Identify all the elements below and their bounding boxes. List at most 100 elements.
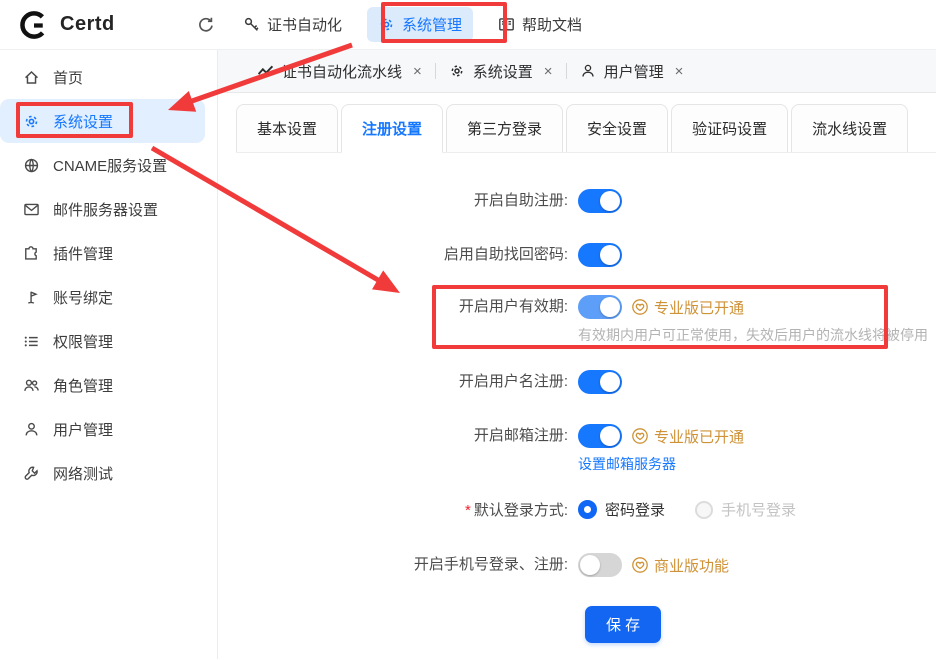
- form-row-user-expiry: 开启用户有效期: 专业版已开通: [218, 295, 936, 344]
- toggle-knob: [600, 297, 620, 317]
- register-settings-form: 开启自助注册: 启用自助找回密码:: [236, 153, 936, 643]
- close-icon[interactable]: ×: [544, 64, 553, 79]
- toggle-knob: [600, 191, 620, 211]
- settings-content: 基本设置 注册设置 第三方登录 安全设置 验证码设置 流水线设置 开启自助注册:: [218, 93, 936, 659]
- field-label: 开启用户名注册:: [218, 370, 568, 394]
- tab-basic-settings[interactable]: 基本设置: [236, 104, 338, 152]
- required-mark: *: [465, 502, 471, 519]
- field-label: 开启用户有效期:: [218, 295, 568, 319]
- heart-badge-icon: [631, 556, 649, 574]
- commercial-version-badge: 商业版功能: [631, 555, 729, 576]
- home-icon: [23, 69, 40, 86]
- form-row-self-register: 开启自助注册:: [218, 189, 936, 213]
- radio-label: 手机号登录: [721, 499, 796, 520]
- radio-password-login[interactable]: 密码登录: [578, 499, 665, 520]
- settings-tabs: 基本设置 注册设置 第三方登录 安全设置 验证码设置 流水线设置: [236, 104, 936, 153]
- nav-cert-automation[interactable]: 证书自动化: [232, 7, 353, 42]
- sidebar-item-label: 用户管理: [53, 419, 113, 440]
- refresh-icon[interactable]: [192, 11, 220, 39]
- window-tab-user-management[interactable]: 用户管理 ×: [567, 61, 697, 82]
- badge-label: 专业版已开通: [654, 426, 744, 447]
- radio-selected-icon: [578, 500, 597, 519]
- sidebar-item-label: 网络测试: [53, 463, 113, 484]
- sidebar-item-role-management[interactable]: 角色管理: [0, 363, 205, 407]
- sidebar-item-label: 账号绑定: [53, 287, 113, 308]
- chart-line-icon: [257, 63, 274, 80]
- sidebar-item-home[interactable]: 首页: [0, 55, 205, 99]
- tab-register-settings[interactable]: 注册设置: [341, 104, 443, 153]
- field-label: 开启自助注册:: [218, 189, 568, 213]
- certd-logo-icon: [18, 10, 48, 40]
- sidebar: 首页 系统设置 CNAME服务设置 邮件服务器: [0, 50, 218, 659]
- badge-label: 商业版功能: [654, 555, 729, 576]
- nav-system-management[interactable]: 系统管理: [367, 7, 473, 42]
- tab-pipeline-settings[interactable]: 流水线设置: [791, 104, 908, 152]
- nav-help-docs[interactable]: 帮助文档: [487, 7, 593, 42]
- sidebar-item-label: 角色管理: [53, 375, 113, 396]
- key-icon: [243, 16, 260, 33]
- sidebar-item-account-binding[interactable]: 账号绑定: [0, 275, 205, 319]
- nav-label: 帮助文档: [522, 14, 582, 35]
- sidebar-item-label: CNAME服务设置: [53, 155, 167, 176]
- mail-server-settings-link[interactable]: 设置邮箱服务器: [578, 455, 676, 473]
- form-row-username-register: 开启用户名注册:: [218, 370, 936, 394]
- toggle-knob: [600, 372, 620, 392]
- tab-third-party-login[interactable]: 第三方登录: [446, 104, 563, 152]
- sidebar-item-label: 邮件服务器设置: [53, 199, 158, 220]
- close-icon[interactable]: ×: [675, 64, 684, 79]
- radio-unselected-icon: [695, 501, 713, 519]
- toggle-knob: [580, 555, 600, 575]
- sidebar-item-label: 系统设置: [53, 111, 113, 132]
- tab-captcha-settings[interactable]: 验证码设置: [671, 104, 788, 152]
- window-tab-label: 系统设置: [473, 61, 533, 82]
- wrench-icon: [23, 465, 40, 482]
- self-register-toggle[interactable]: [578, 189, 622, 213]
- window-tabstrip: 证书自动化流水线 × 系统设置 × 用户: [218, 50, 936, 93]
- book-icon: [498, 16, 515, 33]
- mail-icon: [23, 201, 40, 218]
- toggle-knob: [600, 426, 620, 446]
- toggle-knob: [600, 245, 620, 265]
- radio-label: 密码登录: [605, 499, 665, 520]
- main-area: 证书自动化流水线 × 系统设置 × 用户: [218, 50, 936, 659]
- username-register-toggle[interactable]: [578, 370, 622, 394]
- form-row-email-register: 开启邮箱注册: 专业版已开通: [218, 424, 936, 473]
- sidebar-item-network-test[interactable]: 网络测试: [0, 451, 205, 495]
- save-button[interactable]: 保 存: [585, 606, 661, 643]
- pro-version-badge: 专业版已开通: [631, 426, 744, 447]
- tab-security-settings[interactable]: 安全设置: [566, 104, 668, 152]
- field-label: 启用自助找回密码:: [218, 243, 568, 267]
- sidebar-item-user-management[interactable]: 用户管理: [0, 407, 205, 451]
- form-row-phone-login-register: 开启手机号登录、注册: 商业版功: [218, 553, 936, 577]
- sidebar-item-system-settings[interactable]: 系统设置: [0, 99, 205, 143]
- window-tab-pipelines[interactable]: 证书自动化流水线 ×: [244, 61, 435, 82]
- sidebar-item-label: 权限管理: [53, 331, 113, 352]
- pro-version-badge: 专业版已开通: [631, 297, 744, 318]
- radio-phone-login[interactable]: 手机号登录: [695, 499, 796, 520]
- gear-icon: [449, 63, 465, 79]
- email-register-toggle[interactable]: [578, 424, 622, 448]
- password-recovery-toggle[interactable]: [578, 243, 622, 267]
- window-tab-system-settings[interactable]: 系统设置 ×: [436, 61, 566, 82]
- close-icon[interactable]: ×: [413, 64, 422, 79]
- sidebar-item-mail-server-settings[interactable]: 邮件服务器设置: [0, 187, 205, 231]
- window-tab-label: 证书自动化流水线: [282, 61, 402, 82]
- field-label: *默认登录方式:: [218, 499, 568, 523]
- sidebar-item-permission-management[interactable]: 权限管理: [0, 319, 205, 363]
- sidebar-item-plugin-management[interactable]: 插件管理: [0, 231, 205, 275]
- team-icon: [23, 377, 40, 394]
- field-label: 开启手机号登录、注册:: [218, 553, 568, 577]
- header-nav: 证书自动化 系统管理 帮助文档: [232, 7, 593, 42]
- brand: Certd: [0, 10, 192, 40]
- nav-label: 系统管理: [402, 14, 462, 35]
- user-expiry-toggle[interactable]: [578, 295, 622, 319]
- form-row-default-login-type: *默认登录方式: 密码登录 手机号登录: [218, 499, 936, 523]
- phone-login-toggle[interactable]: [578, 553, 622, 577]
- sidebar-item-cname-settings[interactable]: CNAME服务设置: [0, 143, 205, 187]
- field-label: 开启邮箱注册:: [218, 424, 568, 448]
- puzzle-icon: [23, 245, 40, 262]
- user-icon: [580, 63, 596, 79]
- gear-icon: [378, 16, 395, 33]
- globe-icon: [23, 157, 40, 174]
- main-layout: 首页 系统设置 CNAME服务设置 邮件服务器: [0, 50, 936, 659]
